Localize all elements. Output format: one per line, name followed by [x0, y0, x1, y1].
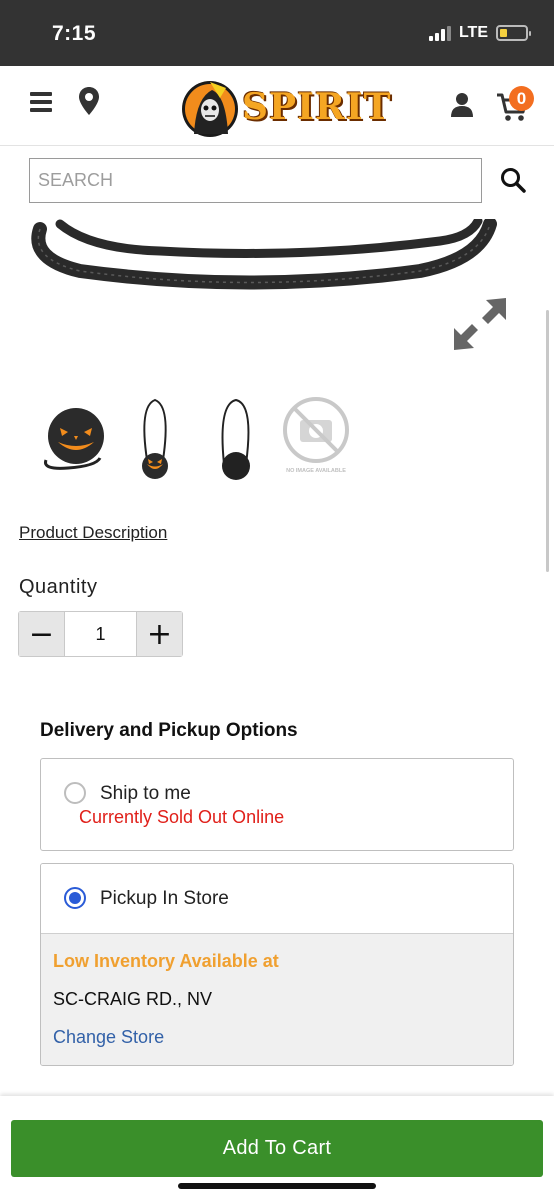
delivery-options-title: Delivery and Pickup Options [40, 720, 298, 741]
quantity-label: Quantity [19, 576, 98, 598]
sold-out-status: Currently Sold Out Online [79, 807, 285, 827]
pickup-store-details: Low Inventory Available at SC-CRAIG RD.,… [41, 934, 513, 1065]
product-description-link[interactable]: Product Description [19, 523, 167, 543]
quantity-stepper: − 1 + [18, 611, 183, 657]
battery-icon [496, 25, 531, 41]
reaper-logo-icon [182, 81, 238, 137]
logo-text: SPIRIT [242, 86, 392, 128]
expand-image-icon[interactable] [452, 296, 508, 352]
pickup-header[interactable]: Pickup In Store [41, 864, 513, 934]
network-label: LTE [458, 24, 488, 41]
ship-to-me-label: Ship to me [100, 783, 191, 804]
spirit-logo[interactable]: SPIRIT [180, 78, 390, 140]
thumbnail-no-image[interactable]: NO IMAGE AVAILABLE [282, 396, 362, 482]
thumbnail-pumpkin-bag-front[interactable] [38, 396, 118, 482]
user-icon[interactable] [450, 92, 474, 118]
ship-to-me-radio[interactable] [64, 782, 86, 804]
thumbnail-pumpkin-bag-with-strap[interactable] [127, 396, 207, 482]
search-bar [0, 147, 554, 219]
store-name: SC-CRAIG RD., NV [53, 989, 213, 1009]
cart-count-badge[interactable]: 0 [509, 86, 534, 111]
pickup-in-store-radio[interactable] [64, 887, 86, 909]
site-header: SPIRIT 0 [0, 66, 554, 146]
quantity-value[interactable]: 1 [64, 612, 137, 656]
pickup-in-store-label: Pickup In Store [100, 888, 229, 909]
status-time: 7:15 [52, 22, 97, 45]
home-indicator[interactable] [178, 1183, 376, 1189]
quantity-decrease-button[interactable]: − [19, 612, 64, 656]
location-pin-icon[interactable] [77, 86, 101, 116]
no-image-text: NO IMAGE AVAILABLE [286, 468, 346, 474]
low-inventory-text: Low Inventory Available at [53, 951, 279, 971]
signal-icon [428, 25, 451, 41]
change-store-link[interactable]: Change Store [53, 1027, 164, 1048]
search-icon[interactable] [500, 167, 526, 193]
status-indicators: LTE [428, 24, 531, 42]
page-scrollbar[interactable] [546, 310, 549, 572]
thumbnail-gallery: NO IMAGE AVAILABLE [38, 396, 358, 482]
status-bar: 7:15 LTE [0, 0, 554, 66]
quantity-increase-button[interactable]: + [137, 612, 182, 656]
menu-icon[interactable] [30, 92, 52, 112]
ship-to-me-option[interactable]: Ship to me Currently Sold Out Online [40, 758, 514, 851]
pickup-in-store-option[interactable]: Pickup In Store Low Inventory Available … [40, 863, 514, 1066]
search-input[interactable] [29, 158, 482, 203]
add-to-cart-button[interactable]: Add To Cart [11, 1120, 543, 1177]
